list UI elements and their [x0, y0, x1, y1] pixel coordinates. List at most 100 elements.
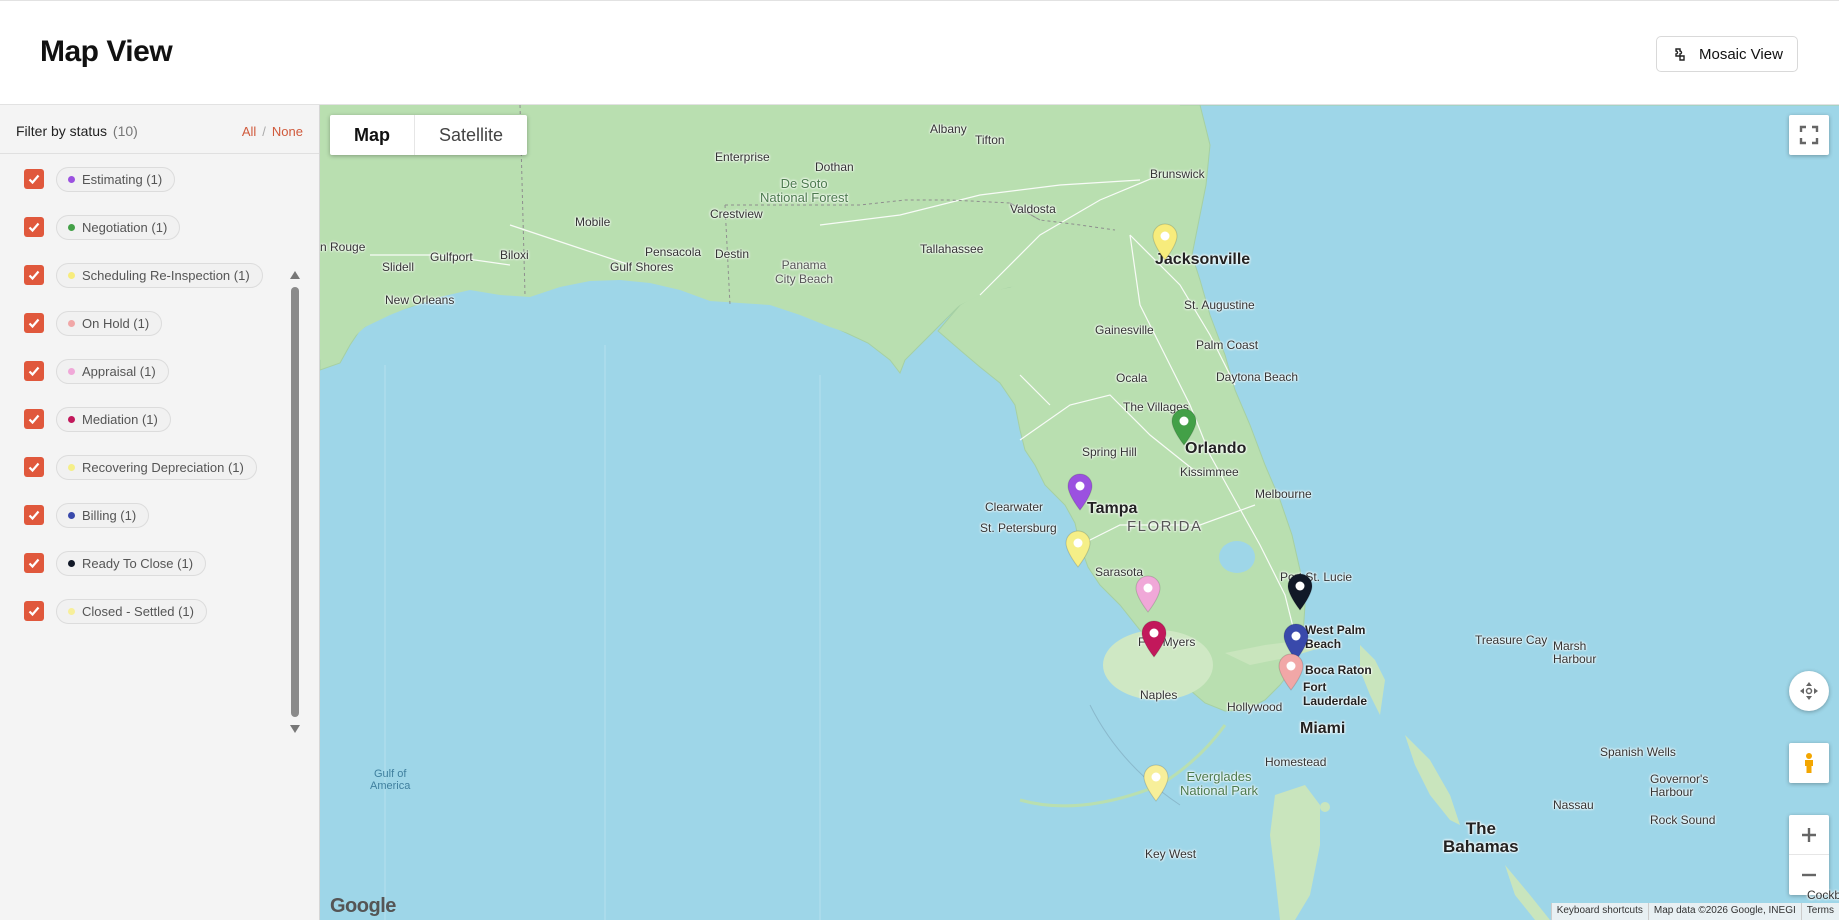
map-pin-icon [1143, 764, 1169, 802]
page-title: Map View [40, 35, 173, 68]
status-filter-item[interactable]: Closed - Settled (1) [24, 597, 207, 625]
map-label-nassau: Nassau [1553, 798, 1594, 812]
island-eleuthera [1405, 735, 1460, 825]
status-filter-item[interactable]: Ready To Close (1) [24, 549, 207, 577]
status-pill[interactable]: Recovering Depreciation (1) [56, 454, 257, 480]
status-filter-item[interactable]: On Hold (1) [24, 309, 163, 337]
map-label-keywest: Key West [1145, 847, 1197, 861]
status-filter-item[interactable]: Recovering Depreciation (1) [24, 453, 257, 481]
keyboard-shortcuts-link[interactable]: Keyboard shortcuts [1550, 903, 1648, 920]
map-label-tampa: Tampa [1087, 500, 1138, 517]
map-label-bocaraton: Boca Raton [1305, 663, 1372, 677]
map-label-albany: Albany [930, 122, 967, 136]
status-filter-item[interactable]: Estimating (1) [24, 165, 176, 193]
map-pin-marker[interactable] [1170, 408, 1198, 446]
app: Map View Mosaic View Filter by status (1… [0, 0, 1839, 920]
map-pin-marker[interactable] [1286, 573, 1314, 611]
status-color-dot [68, 223, 75, 231]
status-filter-item[interactable]: Negotiation (1) [24, 213, 181, 241]
map-label-desoto: De Soto National Forest [760, 176, 849, 205]
status-pill[interactable]: Scheduling Re-Inspection (1) [56, 262, 263, 288]
status-checkbox[interactable] [24, 601, 44, 621]
status-checkbox[interactable] [24, 553, 44, 573]
map-pin-marker[interactable] [1134, 575, 1162, 613]
status-color-dot [68, 271, 75, 279]
status-checkbox[interactable] [24, 505, 44, 525]
map-pin-marker[interactable] [1140, 620, 1168, 658]
map-label-crestview: Crestview [710, 207, 763, 221]
status-checkbox[interactable] [24, 217, 44, 237]
status-filter-item[interactable]: Scheduling Re-Inspection (1) [24, 261, 263, 289]
status-filter-item[interactable]: Mediation (1) [24, 405, 171, 433]
map-label-panamacity: Panama City Beach [775, 258, 834, 286]
map-pin-marker[interactable] [1064, 530, 1092, 568]
map-pin-icon [1067, 473, 1093, 511]
map-canvas[interactable]: Map Satellite Albany Tifton Enterprise D… [320, 105, 1839, 920]
status-pill[interactable]: Billing (1) [56, 502, 150, 528]
map-label-neworleans: New Orleans [385, 293, 455, 307]
status-pill[interactable]: Estimating (1) [56, 166, 176, 192]
fullscreen-button[interactable] [1789, 115, 1829, 155]
status-label: Ready To Close (1) [82, 555, 194, 571]
status-pill[interactable]: Appraisal (1) [56, 358, 169, 384]
map-pin-icon [1287, 573, 1313, 611]
map-label-staugustine: St. Augustine [1184, 298, 1255, 312]
status-label: Scheduling Re-Inspection (1) [82, 267, 250, 283]
status-pill[interactable]: On Hold (1) [56, 310, 163, 336]
scroll-down-arrow-icon[interactable] [290, 725, 300, 733]
map-label-palmcoast: Palm Coast [1196, 338, 1259, 352]
map-type-map-button[interactable]: Map [330, 115, 415, 155]
filter-title-text: Filter by status [16, 123, 108, 139]
street-view-pegman-button[interactable] [1789, 743, 1829, 783]
map-basemap[interactable] [320, 105, 1839, 920]
map-label-bahamas: The Bahamas [1443, 819, 1519, 856]
status-label: Estimating (1) [82, 171, 163, 187]
map-type-satellite-button[interactable]: Satellite [415, 115, 527, 155]
status-pill[interactable]: Closed - Settled (1) [56, 598, 207, 624]
scroll-up-arrow-icon[interactable] [290, 271, 300, 279]
map-pin-marker[interactable] [1277, 653, 1305, 691]
map-pin-marker[interactable] [1142, 764, 1170, 802]
terms-link[interactable]: Terms [1800, 903, 1839, 920]
status-pill[interactable]: Ready To Close (1) [56, 550, 207, 576]
status-checkbox[interactable] [24, 265, 44, 285]
status-color-dot [68, 463, 75, 471]
status-filter-item[interactable]: Billing (1) [24, 501, 150, 529]
map-label-homestead: Homestead [1265, 755, 1327, 769]
pegman-icon [1805, 753, 1813, 773]
mosaic-view-button[interactable]: Mosaic View [1656, 36, 1798, 72]
map-label-spanishwells: Spanish Wells [1600, 745, 1676, 759]
status-color-dot [68, 415, 75, 423]
map-label-biloxi: Biloxi [500, 248, 529, 262]
status-checkbox[interactable] [24, 313, 44, 333]
filter-sidebar: Filter by status (10) All / None Estimatin… [0, 105, 320, 920]
map-pin-marker[interactable] [1066, 473, 1094, 511]
scroll-thumb[interactable] [291, 287, 299, 717]
status-pill[interactable]: Mediation (1) [56, 406, 171, 432]
status-checkbox[interactable] [24, 409, 44, 429]
status-checkbox[interactable] [24, 457, 44, 477]
filter-links: All / None [242, 124, 303, 139]
status-checkbox[interactable] [24, 169, 44, 189]
zoom-in-button[interactable] [1789, 815, 1829, 855]
status-checkbox[interactable] [24, 361, 44, 381]
status-color-dot [68, 319, 75, 327]
select-none-link[interactable]: None [272, 124, 303, 139]
map-label-clearwater: Clearwater [985, 500, 1044, 514]
map-label-gulfofamerica: Gulf of America [370, 768, 411, 792]
map-label-daytona: Daytona Beach [1216, 370, 1299, 384]
map-type-control: Map Satellite [330, 115, 528, 155]
select-all-link[interactable]: All [242, 124, 256, 139]
status-filter-item[interactable]: Appraisal (1) [24, 357, 169, 385]
mosaic-view-label: Mosaic View [1699, 45, 1783, 63]
status-color-dot [68, 607, 75, 615]
rotate-map-button[interactable] [1789, 671, 1829, 711]
status-label: Mediation (1) [82, 411, 158, 427]
filter-count: (10) [112, 123, 138, 139]
plus-icon [1802, 827, 1816, 842]
status-pill[interactable]: Negotiation (1) [56, 214, 181, 240]
status-list-scrollbar[interactable] [289, 271, 301, 733]
checkmark-icon [28, 174, 40, 185]
map-pin-icon [1135, 575, 1161, 613]
map-pin-marker[interactable] [1151, 223, 1179, 261]
